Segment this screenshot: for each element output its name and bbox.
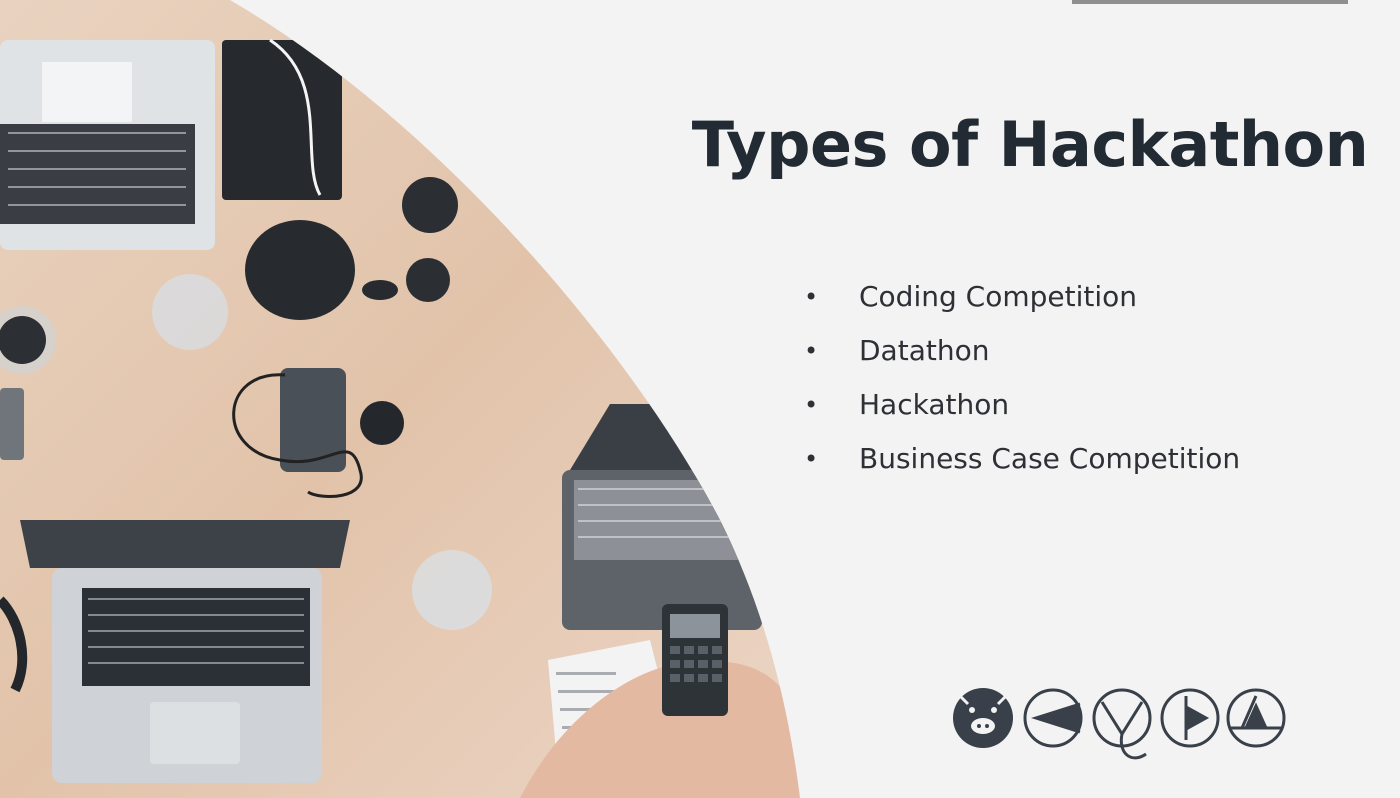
list-item-label: Datathon — [859, 334, 990, 367]
list-item: • Datathon — [800, 324, 1240, 378]
list-item-label: Business Case Competition — [859, 442, 1241, 475]
list-item-label: Hackathon — [859, 388, 1010, 421]
play-circle-icon — [1160, 688, 1220, 748]
list-item: • Coding Competition — [800, 270, 1240, 324]
pig-face-icon — [953, 688, 1013, 748]
notebook — [222, 40, 342, 200]
laptop-bottom-left — [20, 520, 350, 783]
bullet-marker: • — [804, 283, 819, 311]
list-item: • Business Case Competition — [800, 432, 1240, 486]
laptop-right — [562, 404, 762, 630]
hackathon-types-list: • Coding Competition • Datathon • Hackat… — [800, 270, 1240, 486]
left-arrow-circle-icon — [1023, 688, 1083, 748]
top-accent-bar — [1072, 0, 1348, 4]
bullet-marker: • — [804, 337, 819, 365]
laptop-top-left — [0, 40, 215, 250]
slide-title: Types of Hackathon — [691, 108, 1369, 181]
triangle-circle-icon — [1226, 688, 1286, 748]
phone-on-desk — [280, 368, 346, 472]
cyda-logo — [953, 688, 1286, 760]
slide: Types of Hackathon • Coding Competition … — [0, 0, 1400, 798]
list-item-label: Coding Competition — [859, 280, 1138, 313]
bullet-marker: • — [804, 445, 819, 473]
teapot — [245, 220, 355, 320]
y-letter-icon — [1092, 688, 1152, 760]
bullet-marker: • — [804, 391, 819, 419]
list-item: • Hackathon — [800, 378, 1240, 432]
